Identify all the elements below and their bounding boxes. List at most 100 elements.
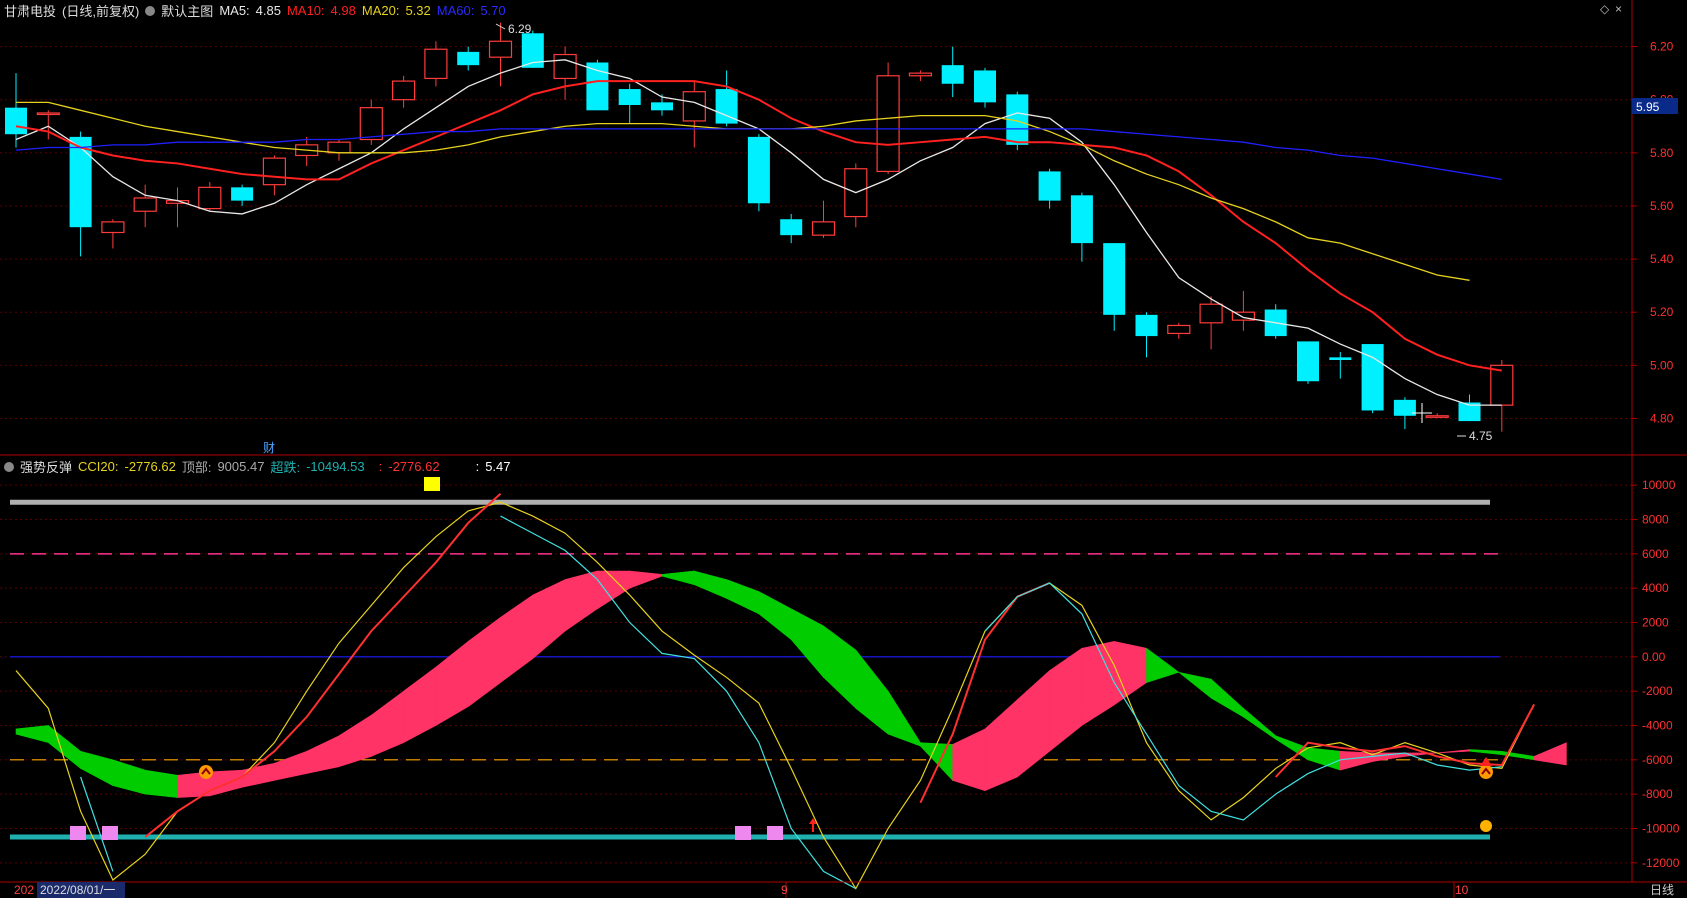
- band-segment: [920, 742, 954, 782]
- candle-body: [974, 70, 996, 103]
- low-annotation: 4.75: [1469, 429, 1493, 443]
- band-segment: [15, 725, 49, 744]
- candle-body: [618, 89, 641, 105]
- band-segment: [1049, 647, 1083, 752]
- diamond-icon[interactable]: ◇: [1600, 2, 1609, 16]
- indicator-tick-label: 6000: [1642, 547, 1669, 561]
- candle-body: [1103, 243, 1126, 315]
- candle-body: [747, 136, 770, 204]
- candle-body: [553, 53, 577, 80]
- band-segment: [403, 666, 437, 744]
- band-segment: [1178, 671, 1212, 699]
- band-segment: [274, 750, 308, 781]
- ma20-value: 5.32: [405, 3, 431, 18]
- finance-marker: 财: [263, 441, 275, 455]
- band-segment: [1437, 749, 1470, 754]
- moving-average-lines: [15, 59, 1502, 406]
- band-segment: [1469, 749, 1503, 756]
- period-label: (日线,前复权): [62, 4, 140, 19]
- ma5-value: 4.85: [255, 3, 281, 18]
- ma60-label: MA60:: [436, 3, 475, 18]
- candle-body: [327, 141, 351, 154]
- ma5-label: MA5:: [219, 3, 250, 18]
- red-label: :: [378, 459, 383, 474]
- indicator-tick-label: 4000: [1642, 581, 1669, 595]
- candle-body: [586, 62, 609, 111]
- candle-body: [262, 157, 286, 186]
- warning-triangle-icon: [1480, 757, 1492, 766]
- band-segment: [661, 570, 695, 586]
- indicator-tick-label: 2000: [1642, 616, 1669, 630]
- band-segment: [532, 579, 566, 660]
- top-signal-square: [424, 477, 440, 491]
- band-segment: [338, 714, 372, 768]
- chart-stage[interactable]: 4.805.005.205.405.605.806.006.20 1000080…: [0, 0, 1687, 898]
- band-segment: [823, 625, 857, 710]
- x-label-start: 202: [14, 883, 34, 897]
- band-segment: [80, 750, 114, 787]
- bottom-signal-square: [102, 826, 118, 840]
- band-segment: [887, 690, 921, 747]
- candle-body: [1038, 171, 1061, 201]
- x-label-oct: 10: [1455, 883, 1469, 897]
- theme-label[interactable]: 默认主图: [161, 1, 213, 20]
- ma10-value: 4.98: [330, 3, 356, 18]
- band-segment: [1533, 742, 1567, 766]
- band-segment: [726, 579, 760, 615]
- indicator-tick-label: -4000: [1642, 719, 1673, 733]
- candle-body: [133, 197, 157, 212]
- red-value: -2776.62: [388, 459, 440, 474]
- price-tick-label: 5.20: [1650, 305, 1674, 319]
- indicator-band: [15, 570, 1567, 798]
- ma10-label: MA10:: [286, 3, 325, 18]
- band-segment: [500, 594, 534, 684]
- candle-body: [651, 102, 673, 111]
- close-panel-icon[interactable]: ×: [1615, 2, 1622, 16]
- x-label-period: 日线: [1650, 883, 1674, 897]
- main-header: 甘肃电投 (日线,前复权) 默认主图 MA5: 4.85 MA10: 4.98 MA2…: [4, 1, 506, 20]
- candle-body: [1329, 357, 1352, 360]
- indicator-tick-label: -12000: [1642, 856, 1680, 870]
- indicator-tick-label: -6000: [1642, 753, 1673, 767]
- indicator-name[interactable]: 强势反弹: [20, 457, 72, 476]
- band-segment: [467, 616, 501, 708]
- price-y-axis: 4.805.005.205.405.605.806.006.20: [1632, 40, 1674, 425]
- band-segment: [952, 728, 986, 792]
- band-segment: [370, 690, 404, 757]
- candle-body: [198, 186, 222, 210]
- indicator-tick-label: -2000: [1642, 684, 1673, 698]
- white-label: :: [475, 459, 480, 474]
- price-tag: 5.95: [1636, 100, 1660, 114]
- indicator-dot-icon[interactable]: [4, 461, 14, 472]
- candle-body: [1070, 195, 1093, 244]
- candle-body: [908, 72, 933, 77]
- candle-body: [876, 75, 900, 173]
- band-segment: [1016, 669, 1050, 778]
- high-annotation: 6.29: [508, 22, 532, 36]
- annotations: 6.29 4.75 财 5.95: [263, 22, 1678, 455]
- white-value: 5.47: [485, 459, 511, 474]
- band-segment: [1210, 678, 1244, 718]
- price-tick-label: 4.80: [1650, 411, 1674, 425]
- band-segment: [855, 649, 889, 735]
- top-value: 9005.47: [217, 459, 265, 474]
- band-segment: [144, 769, 178, 798]
- candle-body: [101, 221, 125, 234]
- candle-body: [36, 112, 60, 116]
- candle-body: [811, 221, 836, 236]
- candle-body: [1425, 415, 1449, 418]
- x-label-sept: 9: [781, 883, 788, 897]
- band-segment: [241, 762, 275, 788]
- settings-dot-icon[interactable]: [145, 5, 156, 16]
- band-segment: [1146, 647, 1180, 683]
- band-segment: [984, 699, 1018, 792]
- money-bag-icon: [1480, 820, 1492, 832]
- band-segment: [790, 608, 824, 679]
- x-axis: 202 2022/08/01/一 9 10 日线: [14, 882, 1674, 898]
- price-tick-label: 5.40: [1650, 252, 1674, 266]
- series-ma: [1274, 704, 1535, 778]
- indicator-y-axis: 10000 8000 6000 4000 2000 0.00 -2000 -4000 -6000…: [1632, 478, 1680, 870]
- candle-body: [5, 107, 27, 135]
- stock-name[interactable]: 甘肃电投: [4, 1, 56, 20]
- candle-body: [780, 219, 803, 236]
